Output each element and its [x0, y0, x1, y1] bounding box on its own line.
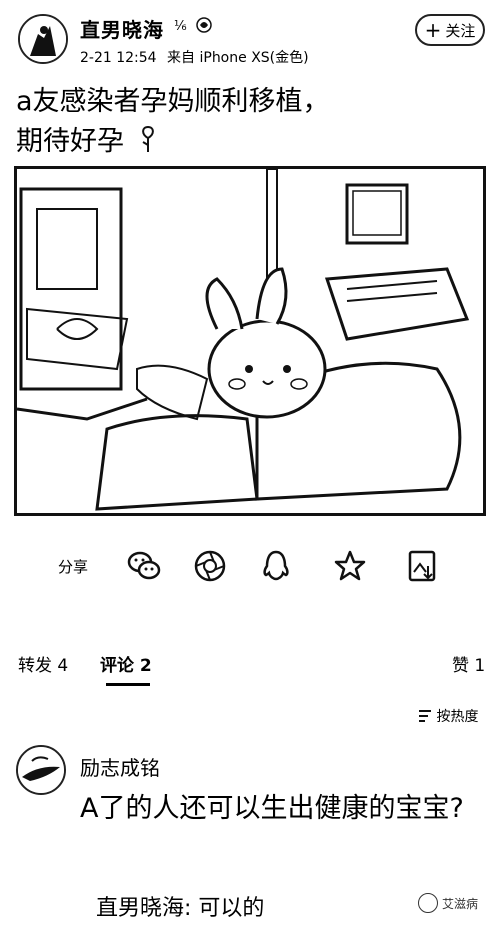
verified-badge-icons: ⅙	[174, 15, 220, 40]
save-image-icon[interactable]	[404, 548, 440, 584]
share-label: 分享	[58, 558, 89, 576]
sort-icon	[419, 710, 431, 722]
favorite-star-icon[interactable]	[332, 548, 368, 584]
post-text-line-2: 期待好孕	[16, 122, 486, 162]
sort-label: 按热度	[436, 709, 479, 725]
post-source: 来自 iPhone XS(金色)	[167, 50, 309, 66]
svg-text:⅙: ⅙	[174, 19, 187, 34]
watermark-logo-icon	[418, 893, 438, 913]
comment-reply[interactable]: 直男晓海: 可以的	[96, 890, 264, 922]
tab-reposts[interactable]: 转发 4	[18, 651, 68, 676]
rose-emoji-icon	[141, 125, 154, 152]
commenter-avatar[interactable]	[16, 745, 66, 795]
follow-button[interactable]: + 关注	[415, 14, 485, 46]
watermark-text: 艾滋病	[442, 896, 479, 911]
author-avatar[interactable]	[18, 14, 68, 64]
watermark: 艾滋病	[418, 893, 478, 913]
commenter-name[interactable]: 励志成铭	[80, 752, 160, 781]
moments-icon[interactable]	[192, 548, 228, 584]
author-name[interactable]: 直男晓海	[80, 14, 164, 43]
post-text: a友感染者孕妈顺利移植， 期待好孕	[16, 82, 486, 162]
post-timestamp: 2-21 12:54	[80, 50, 157, 66]
plus-icon: +	[424, 18, 442, 42]
qq-icon[interactable]	[258, 548, 294, 584]
follow-label: 关注	[445, 21, 476, 40]
tab-likes[interactable]: 赞 1	[452, 651, 485, 676]
post-text-line-1: a友感染者孕妈顺利移植，	[16, 86, 330, 117]
active-tab-indicator	[106, 683, 150, 686]
sort-toggle[interactable]: 按热度	[418, 706, 478, 726]
post-meta: 2-21 12:54 来自 iPhone XS(金色)	[80, 47, 309, 67]
wechat-icon[interactable]	[126, 548, 162, 584]
post-photo[interactable]	[14, 166, 486, 516]
comment-text: A了的人还可以生出健康的宝宝?	[80, 793, 464, 824]
post-tabs	[0, 640, 500, 690]
tab-comments[interactable]: 评论 2	[100, 651, 152, 676]
